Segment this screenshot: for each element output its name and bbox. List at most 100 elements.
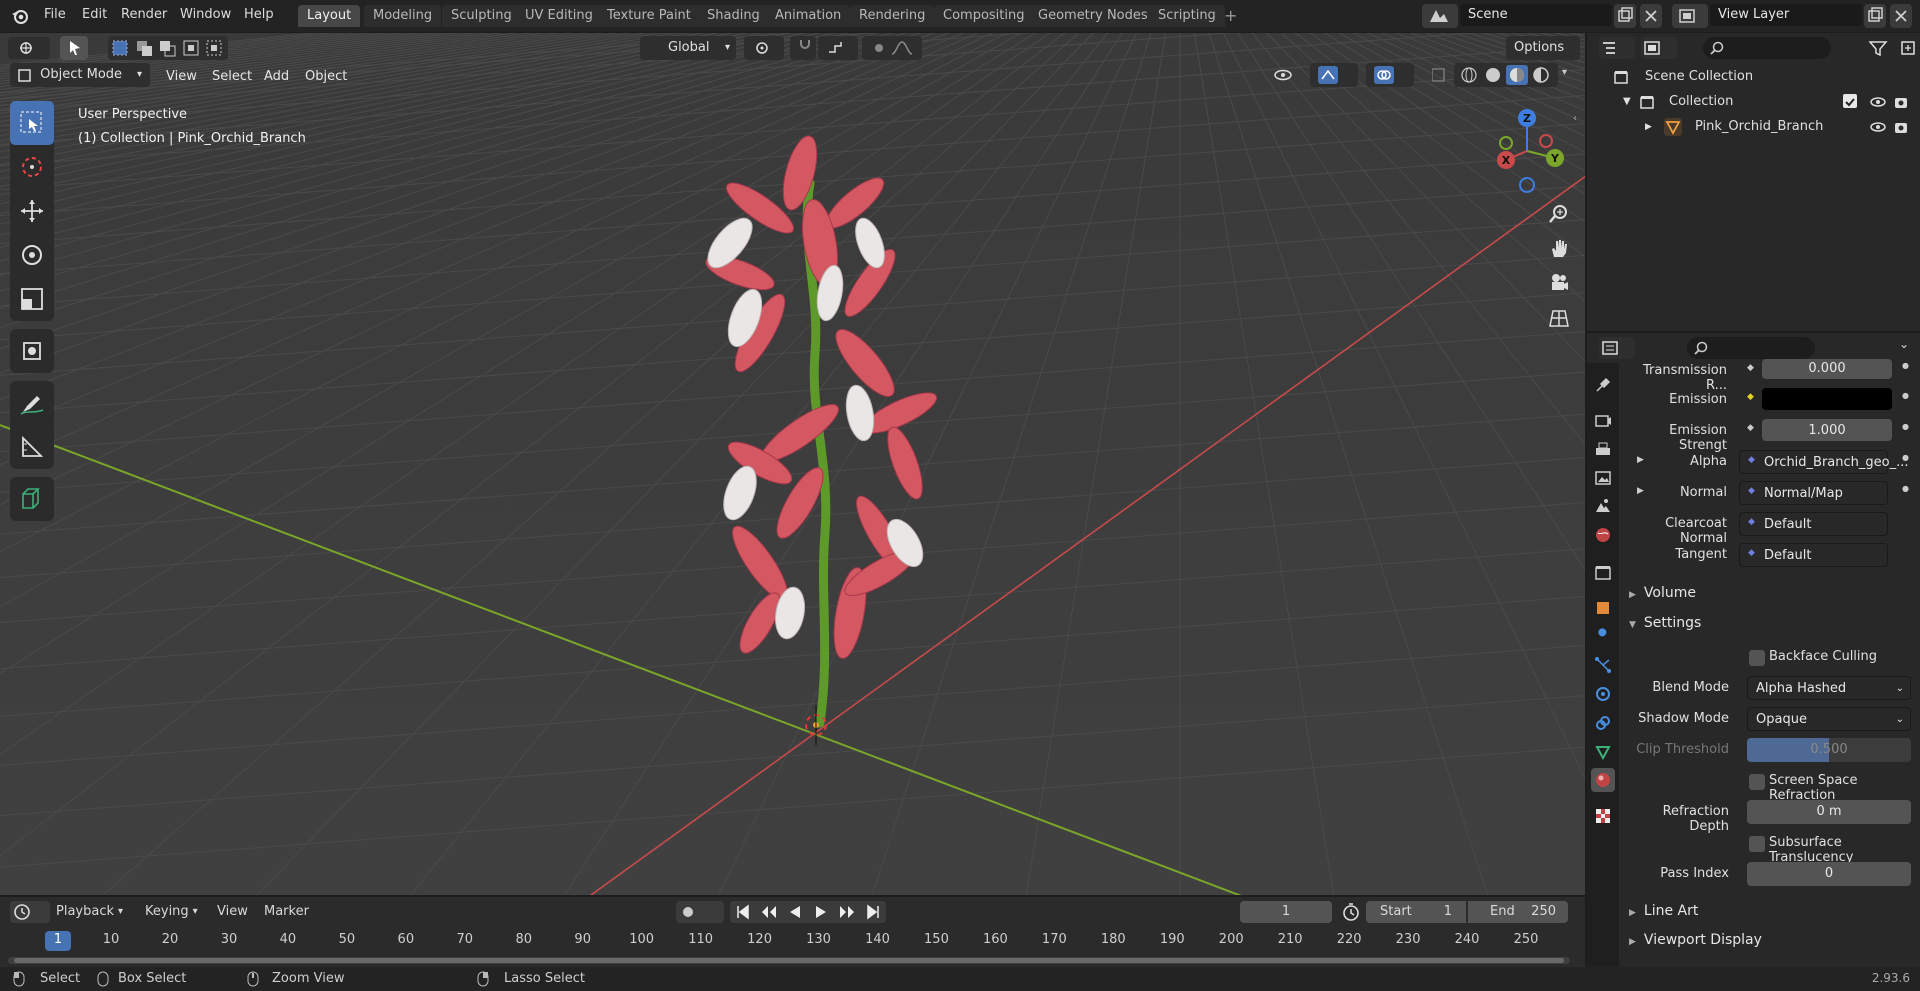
shadow-mode-dropdown[interactable]: Opaque ⌄ <box>1747 707 1911 731</box>
chevron-down-icon[interactable]: ⌄ <box>1899 337 1909 351</box>
tab-sculpting[interactable]: Sculpting <box>442 5 521 27</box>
timeline-menu-view[interactable]: View <box>217 904 248 919</box>
material-preview-icon[interactable] <box>1506 65 1528 85</box>
viewport-menu-object[interactable]: Object <box>305 69 347 84</box>
normal-input-field[interactable]: Normal/Map <box>1739 481 1888 505</box>
select-intersect-icon[interactable] <box>205 39 225 57</box>
solid-shading-icon[interactable] <box>1482 65 1504 85</box>
pass-index-field[interactable]: 0 <box>1747 862 1911 886</box>
select-subtract-icon[interactable] <box>158 39 178 57</box>
socket-dot-icon[interactable]: ● <box>1902 422 1909 431</box>
outliner-row-collection[interactable]: ▼ Collection <box>1587 90 1920 114</box>
properties-editor-type-button[interactable] <box>1599 337 1635 359</box>
camera-render-icon[interactable] <box>1893 94 1911 110</box>
panel-viewport-display[interactable]: ▶ Viewport Display <box>1629 932 1762 948</box>
tab-particles[interactable] <box>1591 653 1615 677</box>
tab-animation[interactable]: Animation <box>766 5 851 27</box>
menu-render[interactable]: Render <box>121 7 167 22</box>
select-new-icon[interactable] <box>111 39 131 57</box>
outliner-editor-type-button[interactable] <box>1599 37 1635 59</box>
display-mode-dropdown[interactable] <box>1641 37 1677 59</box>
timeline-editor-type-button[interactable] <box>10 901 50 923</box>
socket-dot-icon[interactable]: ● <box>1902 391 1909 400</box>
tangent-field[interactable]: Default <box>1739 543 1888 567</box>
select-box-tool[interactable] <box>10 101 54 145</box>
timeline-scrollbar-thumb[interactable] <box>14 958 1564 963</box>
expand-collapse-icon[interactable]: ▼ <box>1623 90 1631 114</box>
transform-tool[interactable] <box>10 329 54 373</box>
outliner-search-input[interactable] <box>1703 37 1831 59</box>
tab-geometry-nodes[interactable]: Geometry Nodes <box>1029 5 1157 27</box>
color-socket-diamond-icon[interactable]: ◆ <box>1747 392 1754 402</box>
delete-scene-icon[interactable] <box>1640 4 1662 28</box>
xray-toggle[interactable] <box>1424 63 1448 87</box>
frame-start-field[interactable]: Start 1 <box>1366 901 1466 923</box>
camera-render-icon[interactable] <box>1893 119 1911 135</box>
snap-target-dropdown[interactable] <box>818 36 858 60</box>
camera-view-button[interactable] <box>1544 268 1574 298</box>
current-frame-field[interactable]: 1 <box>1240 901 1332 923</box>
use-preview-range-toggle[interactable] <box>1340 901 1362 923</box>
properties-search-input[interactable] <box>1687 337 1815 359</box>
jump-to-keyframe-forward-icon[interactable] <box>834 901 860 923</box>
options-dropdown[interactable]: Options ▾ <box>1506 36 1580 78</box>
tab-physics[interactable] <box>1591 682 1615 706</box>
select-mode-tweak-button[interactable] <box>60 36 88 60</box>
sidebar-expand-chevron-icon[interactable]: ‹ <box>1573 113 1577 124</box>
jump-to-keyframe-back-icon[interactable] <box>756 901 782 923</box>
snap-toggle[interactable] <box>790 36 816 60</box>
zoom-view-button[interactable] <box>1544 198 1574 228</box>
gizmo-toggle[interactable] <box>1310 63 1358 87</box>
outliner-filter-dropdown[interactable] <box>1867 37 1903 59</box>
frame-ruler[interactable]: 1 10 20 30 40 50 60 70 80 90 100 110 120 130 140 150 160… <box>0 929 1585 953</box>
panel-line-art[interactable]: ▶ Line Art <box>1629 903 1698 919</box>
scene-name-field[interactable]: Scene <box>1460 4 1612 26</box>
toggle-perspective-button[interactable] <box>1544 303 1574 333</box>
rotate-tool[interactable] <box>10 233 54 277</box>
menu-help[interactable]: Help <box>244 7 274 22</box>
play-icon[interactable] <box>808 901 834 923</box>
rendered-shading-icon[interactable] <box>1530 65 1552 85</box>
shading-options-chevron-icon[interactable]: ▾ <box>1562 67 1567 78</box>
pan-view-button[interactable] <box>1544 233 1574 263</box>
add-cube-tool[interactable] <box>10 477 54 521</box>
tab-constraints[interactable] <box>1591 711 1615 735</box>
subsurface-translucency-checkbox[interactable] <box>1749 836 1765 852</box>
new-collection-button[interactable] <box>1899 37 1919 59</box>
cursor-tool[interactable] <box>10 145 54 189</box>
editor-type-button[interactable] <box>8 37 50 59</box>
tab-shading[interactable]: Shading <box>698 5 769 27</box>
viewport-menu-add[interactable]: Add <box>264 69 289 84</box>
tab-world[interactable] <box>1591 523 1615 547</box>
tab-layout[interactable]: Layout <box>298 5 361 27</box>
copy-view-layer-icon[interactable] <box>1864 4 1886 28</box>
delete-view-layer-icon[interactable] <box>1890 4 1912 28</box>
auto-keying-toggle[interactable] <box>676 901 724 923</box>
tab-scripting[interactable]: Scripting <box>1149 5 1225 27</box>
annotate-tool[interactable] <box>10 381 54 425</box>
menu-file[interactable]: File <box>44 7 66 22</box>
visibility-dropdown[interactable] <box>1266 63 1300 87</box>
tab-compositing[interactable]: Compositing <box>934 5 1034 27</box>
emission-strength-field[interactable]: 1.000 <box>1762 419 1892 441</box>
tab-texture[interactable] <box>1591 804 1615 828</box>
timeline-scrollbar[interactable] <box>8 957 1570 964</box>
proportional-editing-group[interactable] <box>862 36 922 60</box>
tab-collection[interactable] <box>1591 561 1615 585</box>
blend-mode-dropdown[interactable]: Alpha Hashed ⌄ <box>1747 676 1911 700</box>
navigation-gizmo[interactable]: Z Y X <box>1480 103 1570 193</box>
menu-edit[interactable]: Edit <box>82 7 107 22</box>
measure-tool[interactable] <box>10 425 54 469</box>
outliner-row-pink-orchid-branch[interactable]: ▶ Pink_Orchid_Branch <box>1587 115 1920 139</box>
frame-end-field[interactable]: End 250 <box>1468 901 1568 923</box>
transmission-roughness-field[interactable]: 0.000 <box>1762 359 1892 379</box>
tab-output[interactable] <box>1591 438 1615 462</box>
view-layer-selector-button[interactable] <box>1672 4 1708 28</box>
backface-culling-checkbox[interactable] <box>1749 650 1765 666</box>
panel-volume[interactable]: ▶ Volume <box>1629 585 1696 601</box>
blender-logo-icon[interactable] <box>10 6 30 26</box>
emission-color-swatch[interactable] <box>1762 388 1892 410</box>
panel-settings[interactable]: ▼ Settings <box>1629 615 1701 631</box>
scene-selector-button[interactable] <box>1422 4 1458 28</box>
tab-view-layer[interactable] <box>1591 466 1615 490</box>
